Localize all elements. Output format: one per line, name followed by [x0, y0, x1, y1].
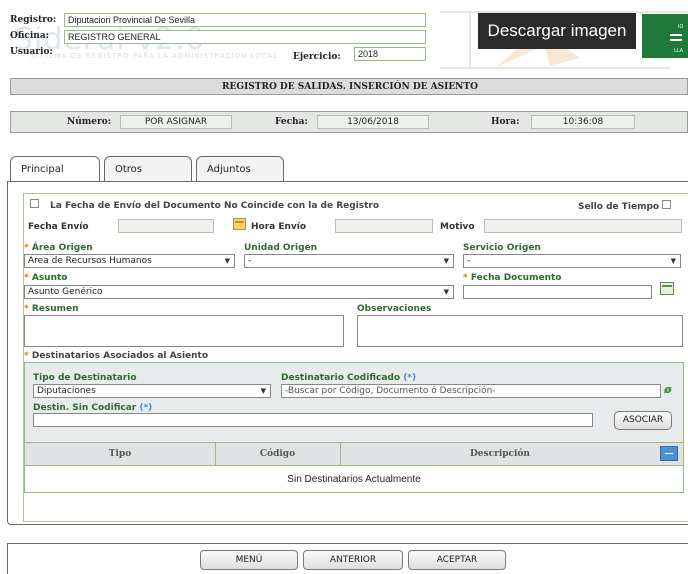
ejercicio-label: Ejercicio: [293, 52, 341, 62]
required-mark: * [24, 304, 29, 314]
registro-field: Diputacion Provincial De Sevilla [64, 13, 426, 27]
oficina-label: Oficina: [10, 31, 49, 41]
numero-field: POR ASIGNAR [120, 115, 232, 129]
asunto-select[interactable]: Asunto Genérico [24, 285, 454, 299]
registro-label: Registro: [10, 15, 57, 25]
tipo-destinatario-label: Tipo de Destinatario [33, 373, 137, 383]
motivo-input[interactable] [484, 219, 682, 233]
column-header-codigo: Código [259, 449, 296, 459]
area-origen-label: * Área Origen [24, 243, 93, 253]
asunto-label-text: Asunto [31, 273, 68, 283]
empty-table-text: Sin Destinatarios Actualmente [287, 474, 421, 485]
svg-text:LLA: LLA [674, 48, 684, 54]
area-origen-select[interactable]: Area de Recursos Humanos [24, 254, 235, 268]
fecha-envio-checkbox[interactable] [30, 199, 39, 208]
servicio-origen-label: Servicio Origen [463, 243, 541, 253]
usuario-label: Usuario: [10, 47, 53, 57]
svg-text:IO: IO [678, 24, 683, 30]
sin-codificar-mark: (*) [139, 403, 153, 413]
asunto-label: * Asunto [24, 273, 67, 283]
info-bar: Número: POR ASIGNAR Fecha: 13/06/2018 Ho… [10, 111, 688, 133]
resumen-textarea[interactable] [24, 315, 344, 347]
fecha-documento-input[interactable] [463, 285, 652, 299]
resumen-label: * Resumen [24, 304, 79, 314]
download-image-button[interactable]: Descargar imagen [478, 13, 636, 49]
fecha-envio-label: Fecha Envío [28, 222, 89, 232]
menu-button[interactable]: MENÚ [200, 550, 298, 570]
destinatario-codificado-input[interactable]: -Buscar por Código, Documento ó Descripc… [281, 384, 661, 398]
title-bar: REGISTRO DE SALIDAS. INSERCIÓN DE ASIENT… [10, 78, 688, 95]
sello-tiempo-label: Sello de Tiempo [578, 202, 660, 212]
column-header-descripcion: Descripción [470, 449, 530, 459]
remove-all-icon[interactable] [660, 446, 678, 461]
tab-adjuntos[interactable]: Adjuntos [196, 156, 284, 182]
required-mark: * [24, 273, 29, 283]
clear-search-icon[interactable]: ø [664, 383, 672, 396]
anterior-button[interactable]: ANTERIOR [303, 550, 403, 570]
junta-logo: IO LLA [642, 14, 688, 58]
hora-field: 10:36:08 [531, 115, 635, 129]
usuario-field [64, 46, 288, 60]
servicio-origen-select[interactable]: - [463, 254, 681, 268]
required-mark: * [463, 273, 468, 283]
sin-codificar-input[interactable] [33, 413, 593, 427]
observaciones-label: Observaciones [357, 304, 432, 314]
required-mark: * [24, 243, 29, 253]
fecha-envio-input[interactable] [118, 219, 214, 233]
unidad-origen-select[interactable]: - [244, 254, 454, 268]
hora-label: Hora: [491, 117, 520, 127]
column-header-tipo: Tipo [108, 449, 132, 459]
sello-tiempo-checkbox[interactable] [662, 200, 671, 209]
sin-codificar-label-text: Destin. Sin Codificar [33, 403, 137, 413]
fecha-documento-label-text: Fecha Documento [470, 273, 562, 283]
fecha-envio-checkbox-label: La Fecha de Envío del Documento No Coinc… [50, 201, 380, 211]
numero-label: Número: [67, 117, 112, 127]
tab-principal[interactable]: Principal [10, 156, 100, 182]
fecha-field: 13/06/2018 [317, 115, 429, 129]
tipo-destinatario-select[interactable]: Diputaciones [33, 384, 271, 398]
resumen-label-text: Resumen [31, 304, 79, 314]
hora-envio-input[interactable] [335, 219, 433, 233]
destinatarios-label-text: Destinatarios Asociados al Asiento [31, 351, 209, 361]
asociar-button[interactable]: ASOCIAR [614, 411, 672, 430]
calendar-icon[interactable] [233, 218, 246, 230]
motivo-label: Motivo [440, 222, 475, 232]
ejercicio-field: 2018 [354, 47, 426, 61]
page-title: REGISTRO DE SALIDAS. INSERCIÓN DE ASIENT… [222, 82, 478, 92]
hora-envio-label: Hora Envío [251, 222, 307, 232]
destinatarios-label: * Destinatarios Asociados al Asiento [24, 351, 208, 361]
destinatarios-table: Tipo Código Descripción Sin Destinatario… [24, 442, 684, 493]
oficina-field: REGISTRO GENERAL [64, 30, 426, 44]
area-origen-label-text: Área Origen [31, 243, 93, 253]
tab-otros[interactable]: Otros [104, 156, 192, 182]
unidad-origen-label: Unidad Origen [244, 243, 318, 253]
destinatario-codificado-mark: (*) [403, 373, 417, 383]
observaciones-textarea[interactable] [357, 315, 683, 347]
sin-codificar-label: Destin. Sin Codificar (*) [33, 403, 152, 413]
calendar-icon[interactable] [660, 282, 674, 295]
destinatario-codificado-label: Destinatario Codificado (*) [281, 373, 416, 383]
required-mark: * [24, 351, 29, 361]
fecha-label: Fecha: [275, 117, 308, 127]
aceptar-button[interactable]: ACEPTAR [408, 550, 506, 570]
destinatario-codificado-label-text: Destinatario Codificado [281, 373, 401, 383]
fecha-documento-label: * Fecha Documento [463, 273, 561, 283]
